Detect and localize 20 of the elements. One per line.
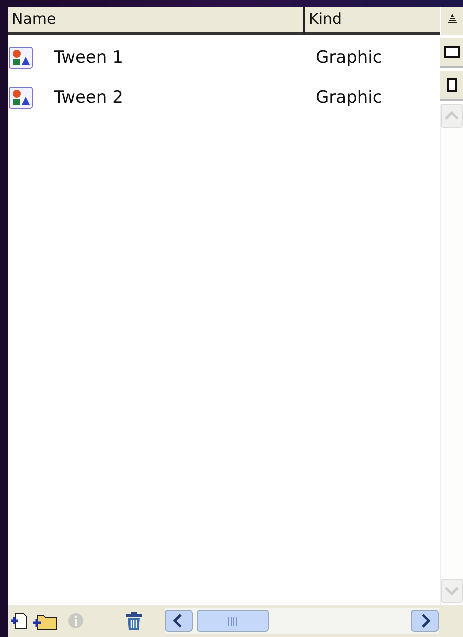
- scroll-right-icon[interactable]: [411, 610, 439, 632]
- symbol-name[interactable]: Tween 2: [33, 88, 305, 108]
- symbol-kind: Graphic: [315, 88, 382, 108]
- narrow-view-icon: [446, 78, 456, 92]
- narrow-view-button[interactable]: [440, 71, 463, 101]
- symbol-kind: Graphic: [315, 48, 382, 68]
- sort-icon: [448, 14, 456, 23]
- horizontal-scrollbar[interactable]: [165, 608, 439, 634]
- grip-icon: [228, 616, 238, 626]
- column-header[interactable]: Name: [8, 7, 305, 35]
- info-icon: [68, 612, 84, 630]
- wide-view-icon: [444, 46, 460, 58]
- wide-view-button[interactable]: [440, 38, 463, 68]
- new-document-icon: [10, 611, 30, 631]
- new-symbol-button[interactable]: [10, 611, 30, 631]
- scroll-left-icon[interactable]: [165, 610, 193, 632]
- symbol-name[interactable]: Tween 1: [33, 48, 305, 68]
- delete-button[interactable]: [124, 611, 144, 631]
- scroll-thumb[interactable]: [197, 610, 269, 632]
- trash-icon: [124, 611, 144, 631]
